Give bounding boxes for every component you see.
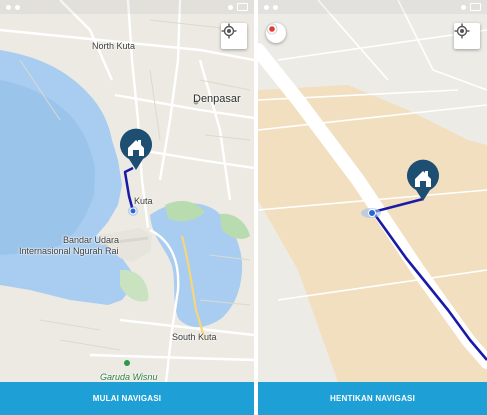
status-bar-right: [258, 0, 487, 14]
map-label-airport-line2: Internasional Ngurah Rai: [19, 246, 119, 256]
start-navigation-button[interactable]: MULAI NAVIGASI: [0, 382, 254, 415]
map-label-denpasar: Denpasar: [193, 93, 241, 105]
notification-icon: [6, 4, 11, 10]
stop-navigation-button[interactable]: HENTIKAN NAVIGASI: [258, 382, 487, 415]
my-location-icon: [454, 23, 470, 39]
right-phone-screen: HENTIKAN NAVIGASI: [258, 0, 487, 415]
map-label-south-kuta: South Kuta: [172, 332, 217, 342]
battery-icon: [470, 3, 481, 11]
my-location-icon: [221, 23, 237, 39]
signal-icon: [461, 4, 466, 10]
home-marker-icon: [120, 128, 152, 170]
compass-button[interactable]: [266, 23, 286, 43]
map-label-garuda-wisnu: Garuda Wisnu: [100, 372, 158, 382]
home-marker-icon: [407, 159, 439, 201]
compass-icon: [266, 23, 278, 35]
my-location-button[interactable]: [454, 23, 480, 49]
signal-icon: [228, 4, 233, 10]
my-location-button[interactable]: [221, 23, 247, 49]
destination-marker[interactable]: [118, 128, 154, 172]
destination-marker[interactable]: [405, 159, 441, 203]
map-label-north-kuta: North Kuta: [92, 41, 136, 51]
notification-icon: [264, 4, 269, 10]
map-view-overview[interactable]: North Kuta Denpasar Kuta Bandar Udara In…: [0, 0, 254, 382]
map-label-airport-line1: Bandar Udara: [63, 235, 120, 245]
map-view-navigation[interactable]: [258, 0, 487, 382]
map-canvas-3d: [258, 0, 487, 382]
notification-icon: [15, 4, 20, 10]
left-phone-screen: North Kuta Denpasar Kuta Bandar Udara In…: [0, 0, 254, 415]
battery-icon: [237, 3, 248, 11]
notification-icon: [273, 4, 278, 10]
map-label-kuta: Kuta: [134, 196, 153, 206]
map-canvas: [0, 0, 254, 382]
status-bar-left: [0, 0, 254, 14]
